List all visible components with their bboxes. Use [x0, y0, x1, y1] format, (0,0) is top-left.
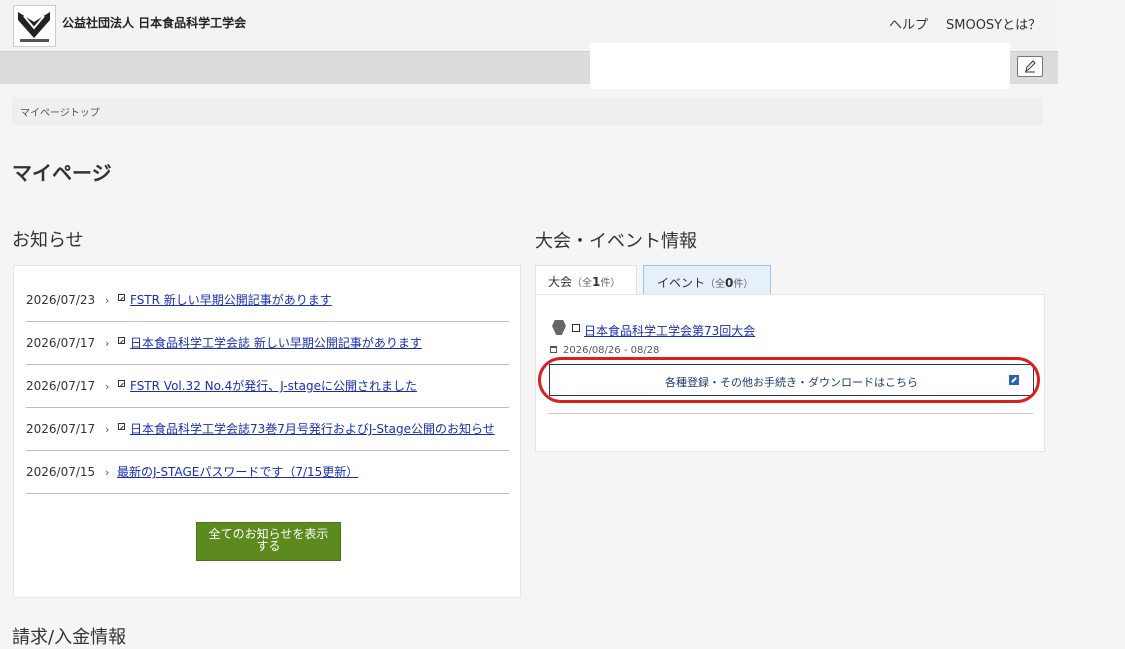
external-link-icon: [118, 337, 125, 344]
show-all-news-button[interactable]: 全てのお知らせを表示する: [196, 522, 341, 561]
edit-icon: [1025, 60, 1036, 73]
news-item: 2026/07/17 › 日本食品科学工学会誌73巻7月号発行およびJ-Stag…: [26, 408, 509, 451]
tab-event[interactable]: イベント（全0件）: [643, 265, 771, 295]
breadcrumb-item-mypage[interactable]: マイページトップ: [20, 104, 100, 119]
news-panel: 2026/07/23 › FSTR 新しい早期公開記事があります 2026/07…: [13, 265, 521, 598]
organization-logo[interactable]: [13, 5, 56, 47]
event-logo-icon: [552, 320, 566, 335]
nav-help-link[interactable]: ヘルプ: [889, 14, 928, 33]
news-item: 2026/07/15 › 最新のJ-STAGEパスワードです（7/15更新）: [26, 451, 509, 494]
breadcrumb: マイページトップ: [12, 97, 1043, 125]
news-link[interactable]: FSTR 新しい早期公開記事があります: [130, 279, 332, 322]
external-link-icon: [118, 294, 125, 301]
news-link[interactable]: FSTR Vol.32 No.4が発行、J-stageに公開されました: [130, 365, 417, 408]
tab-count-suffix: 件）: [600, 278, 621, 289]
news-link[interactable]: 最新のJ-STAGEパスワードです（7/15更新）: [117, 451, 358, 494]
news-link[interactable]: 日本食品科学工学会誌 新しい早期公開記事があります: [130, 322, 422, 365]
tab-label: イベント: [657, 276, 706, 290]
news-date: 2026/07/17: [26, 422, 96, 436]
news-section-title: お知らせ: [12, 230, 84, 251]
events-panel: 日本食品科学工学会第73回大会 2026/08/26 - 08/28 各種登録・…: [535, 294, 1045, 452]
news-date: 2026/07/23: [26, 293, 96, 307]
masked-area: [590, 43, 1010, 89]
edit-button[interactable]: [1017, 56, 1043, 77]
billing-section-title: 請求/入金情報: [12, 627, 127, 648]
news-item: 2026/07/17 › FSTR Vol.32 No.4が発行、J-stage…: [26, 365, 509, 408]
events-section-title: 大会・イベント情報: [535, 231, 697, 252]
news-date: 2026/07/17: [26, 379, 96, 393]
external-link-icon: [118, 423, 125, 430]
news-item: 2026/07/23 › FSTR 新しい早期公開記事があります: [26, 279, 509, 322]
external-link-icon: [118, 380, 125, 387]
chevron-right-icon: ›: [105, 337, 110, 350]
divider: [548, 413, 1033, 414]
chevron-right-icon: ›: [105, 423, 110, 436]
calendar-icon: [550, 346, 557, 353]
tab-count-prefix: （全: [705, 279, 726, 290]
news-date: 2026/07/17: [26, 336, 96, 350]
external-link-icon: [1009, 375, 1019, 385]
chevron-right-icon: ›: [105, 380, 110, 393]
tab-count-prefix: （全: [572, 278, 593, 289]
tab-convention[interactable]: 大会（全1件）: [535, 265, 637, 296]
registration-button-label: 各種登録・その他お手続き・ダウンロードはこちら: [665, 376, 918, 389]
news-item: 2026/07/17 › 日本食品科学工学会誌 新しい早期公開記事があります: [26, 322, 509, 365]
tab-label: 大会: [548, 275, 573, 289]
external-link-icon: [572, 324, 580, 332]
news-date: 2026/07/15: [26, 465, 96, 479]
registration-button[interactable]: 各種登録・その他お手続き・ダウンロードはこちら: [549, 364, 1034, 396]
page-title: マイページ: [12, 161, 112, 185]
nav-about-link[interactable]: SMOOSYとは？: [946, 14, 1041, 33]
tab-count-suffix: 件）: [733, 279, 754, 290]
chevron-right-icon: ›: [105, 294, 110, 307]
news-link[interactable]: 日本食品科学工学会誌73巻7月号発行およびJ-Stage公開のお知らせ: [130, 408, 495, 451]
chevron-right-icon: ›: [105, 466, 110, 479]
event-date: 2026/08/26 - 08/28: [563, 345, 660, 356]
event-title-link[interactable]: 日本食品科学工学会第73回大会: [584, 322, 755, 339]
organization-name[interactable]: 公益社団法人 日本食品科学工学会: [62, 14, 246, 31]
